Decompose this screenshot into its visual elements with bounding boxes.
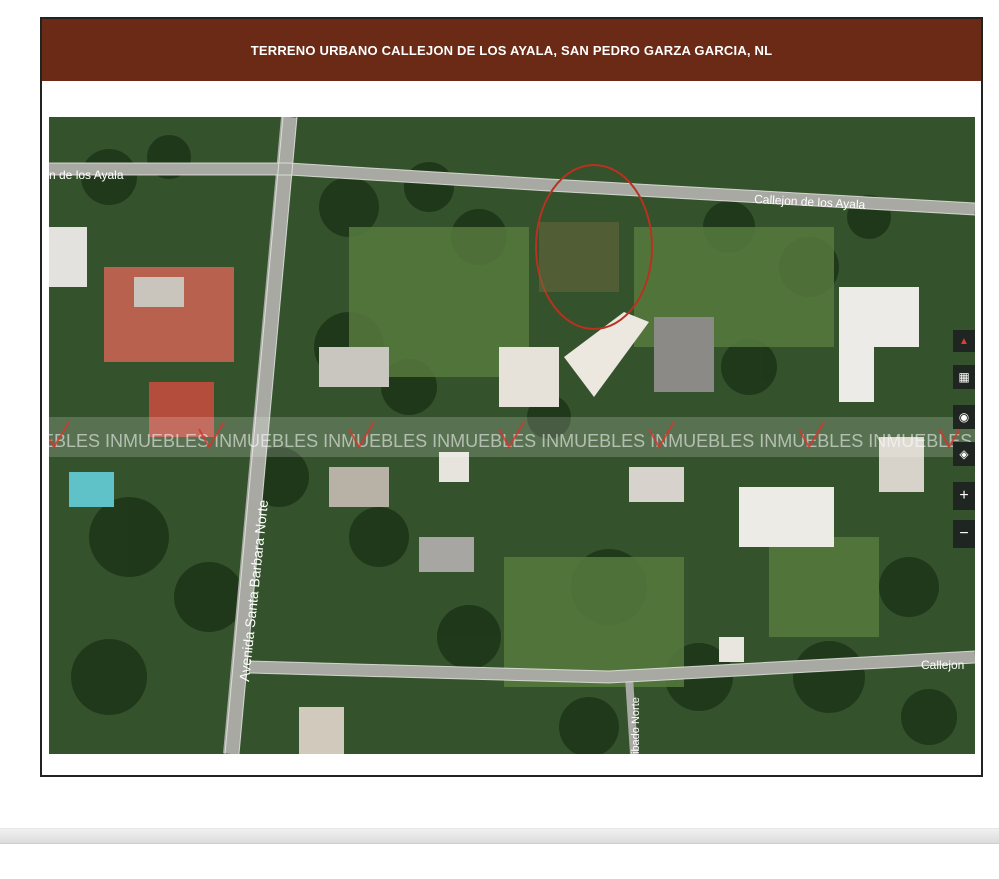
- zoom-out-icon: −: [959, 525, 969, 542]
- page-title: TERRENO URBANO CALLEJON DE LOS AYALA, SA…: [250, 42, 773, 58]
- street-label-bottom-right: Callejon: [921, 658, 964, 672]
- street-label-bottom-vertical: ibado Norte: [630, 697, 642, 754]
- satellite-map[interactable]: UEBLES INMUEBLES INMUEBLES INMUEBLES INM…: [49, 117, 975, 754]
- zoom-out-button[interactable]: −: [953, 520, 975, 548]
- locate-button[interactable]: ◉: [953, 405, 975, 429]
- compass-icon: ▲: [959, 335, 969, 347]
- title-banner: TERRENO URBANO CALLEJON DE LOS AYALA, SA…: [42, 19, 981, 81]
- grid-icon: ▦: [958, 370, 970, 384]
- street-label-top-left: n de los Ayala: [49, 168, 124, 182]
- layers-icon: ◈: [959, 447, 969, 461]
- zoom-in-icon: +: [959, 487, 969, 504]
- compass-button[interactable]: ▲: [953, 330, 975, 352]
- zoom-in-button[interactable]: +: [953, 482, 975, 510]
- locate-icon: ◉: [958, 410, 970, 424]
- footer-divider: [0, 828, 999, 844]
- layers-button[interactable]: ◈: [953, 442, 975, 466]
- grid-button[interactable]: ▦: [953, 365, 975, 389]
- document-sheet: TERRENO URBANO CALLEJON DE LOS AYALA, SA…: [40, 17, 983, 777]
- map-imagery: UEBLES INMUEBLES INMUEBLES INMUEBLES INM…: [49, 117, 975, 754]
